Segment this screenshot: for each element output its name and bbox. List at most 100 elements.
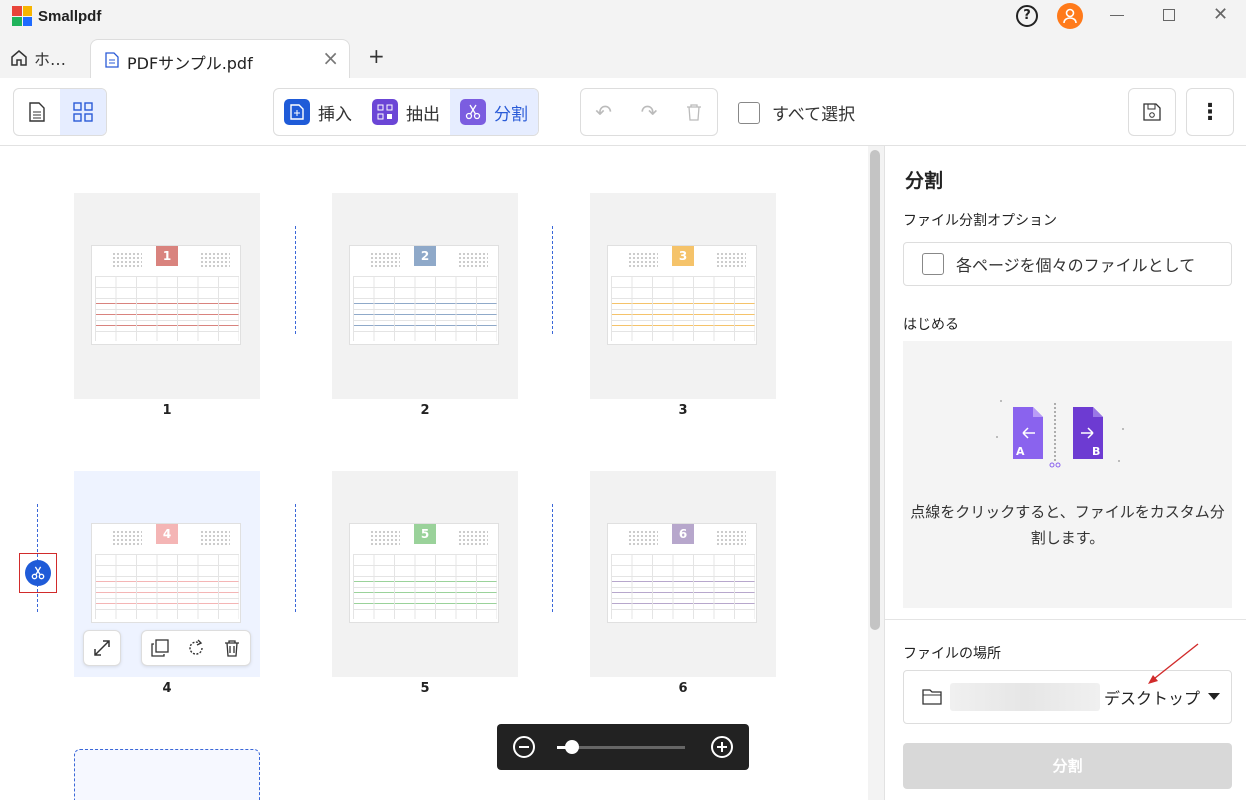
extract-icon [372,99,398,125]
new-tab-button[interactable]: + [368,44,385,68]
calendar-page-preview: 6 [607,523,757,623]
page-thumbnail[interactable]: 5 [332,471,518,677]
redo-icon[interactable]: ↷ [626,89,671,135]
each-page-checkbox[interactable] [922,253,944,275]
title-bar: Smallpdf ? ✕ [0,0,1246,34]
zoom-out-icon[interactable] [513,736,535,758]
page-thumbnail[interactable]: 1 [74,193,260,399]
calendar-grid [611,276,755,341]
canvas-scrollbar[interactable] [870,150,880,630]
month-number: 1 [156,246,178,266]
zoom-in-icon[interactable] [711,736,733,758]
page-number-label: 1 [162,403,172,418]
page-number-label: 3 [678,403,688,418]
user-icon [1063,8,1077,24]
maximize-button[interactable] [1163,9,1175,21]
select-all-label: すべて選択 [772,105,856,125]
split-instructions: 点線をクリックすると、ファイルをカスタム分割します。 [910,503,1225,547]
month-number: 2 [414,246,436,266]
annotation-arrow-icon [1148,643,1199,684]
calendar-page-preview: 1 [91,245,241,345]
blurred-path [950,683,1100,711]
minimize-button[interactable] [1110,15,1124,16]
page-actions-group [141,630,251,666]
illustration-file-a-label: A [1016,445,1025,458]
mini-calendar-right [458,530,488,546]
scissors-icon [460,99,486,125]
mini-calendar-right [716,252,746,268]
panel-divider [885,619,1246,620]
mini-calendar-left [112,530,142,546]
split-line[interactable] [295,504,296,612]
page-view-icon [29,102,45,122]
each-page-label: 各ページを個々のファイルとして [956,256,1196,275]
undo-icon[interactable]: ↶ [581,89,626,135]
insert-label: 挿入 [318,104,352,125]
extract-label: 抽出 [406,104,440,125]
split-line[interactable] [552,226,553,334]
location-value: デスクトップ [1104,689,1201,708]
app-logo: Smallpdf [12,6,101,26]
panel-title: 分割 [905,170,944,192]
month-number: 5 [414,524,436,544]
mini-calendar-right [716,530,746,546]
folder-icon [922,689,942,705]
mini-calendar-right [200,530,230,546]
single-page-view-button[interactable] [14,89,60,135]
save-button[interactable] [1128,88,1176,136]
calendar-grid [95,554,239,619]
delete-icon[interactable] [672,89,717,135]
page-number-label: 2 [420,403,430,418]
tab-home[interactable]: ホ… [10,46,66,70]
select-all-checkbox[interactable] [738,101,760,124]
page-thumbnail[interactable]: 3 [590,193,776,399]
split-submit-button[interactable]: 分割 [903,743,1232,789]
trash-icon[interactable] [214,631,250,665]
mini-calendar-left [370,252,400,268]
options-heading: ファイル分割オプション [903,213,1057,229]
extract-button[interactable]: 抽出 [362,89,450,135]
insert-button[interactable]: 挿入 [274,89,362,135]
user-avatar[interactable] [1057,3,1083,29]
split-label: 分割 [494,104,528,125]
next-page-placeholder [74,749,260,800]
split-panel: 分割 ファイル分割オプション 各ページを個々のファイルとして はじめる A B … [884,146,1246,800]
page-thumbnail[interactable]: 6 [590,471,776,677]
page-canvas: 1 1 2 2 3 3 4 4 5 5 6 6 [0,146,868,800]
split-line[interactable] [295,226,296,334]
toolbar: 挿入 抽出 分割 ↶ ↷ すべて選択 ⋮ [0,78,1246,146]
month-number: 3 [672,246,694,266]
calendar-grid [95,276,239,341]
split-scissors-highlight[interactable] [19,553,57,593]
split-button[interactable]: 分割 [450,89,538,135]
page-thumbnail[interactable]: 2 [332,193,518,399]
scissors-icon [25,560,51,586]
mini-calendar-right [200,252,230,268]
tab-close-icon[interactable]: × [322,46,339,70]
grid-view-button[interactable] [60,89,106,135]
home-icon [11,50,27,66]
zoom-slider[interactable] [557,740,685,754]
mini-calendar-left [370,530,400,546]
duplicate-icon[interactable] [142,631,178,665]
save-icon [1143,103,1161,121]
help-icon[interactable]: ? [1016,5,1038,27]
chevron-down-icon [1208,693,1220,700]
select-all[interactable]: すべて選択 [738,100,855,125]
tab-document[interactable]: PDFサンプル.pdf × [90,39,350,79]
expand-button[interactable] [83,630,121,666]
smallpdf-logo-icon [12,6,32,26]
close-window-button[interactable]: ✕ [1213,4,1228,25]
more-options-button[interactable]: ⋮ [1186,88,1234,136]
start-heading: はじめる [903,317,959,333]
each-page-option[interactable]: 各ページを個々のファイルとして [903,242,1232,286]
tab-home-label: ホ… [34,50,67,69]
zoom-slider-knob[interactable] [565,740,579,754]
view-toggle [13,88,107,136]
split-line[interactable] [552,504,553,612]
rotate-icon[interactable] [178,631,214,665]
calendar-grid [353,276,497,341]
month-number: 4 [156,524,178,544]
page-number-label: 5 [420,681,430,696]
calendar-grid [611,554,755,619]
